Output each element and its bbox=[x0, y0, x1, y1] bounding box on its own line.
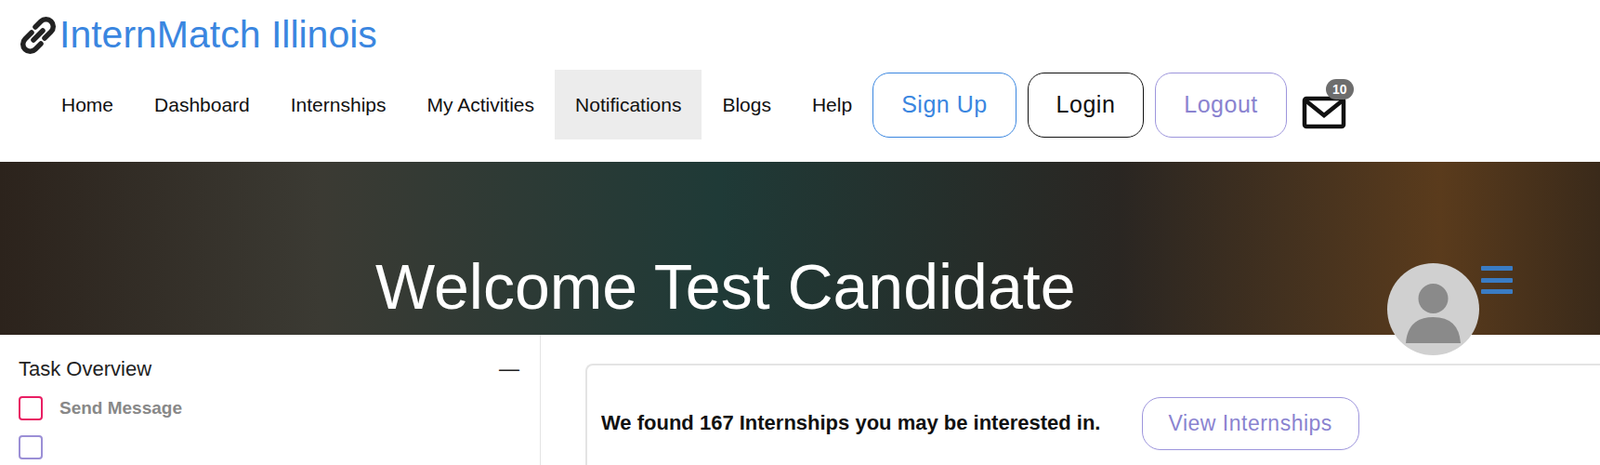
task-item[interactable] bbox=[18, 434, 520, 460]
collapse-button[interactable]: — bbox=[498, 356, 520, 381]
person-icon bbox=[1387, 262, 1480, 355]
task-overview-title: Task Overview bbox=[18, 356, 152, 381]
mail-button[interactable]: 10 bbox=[1299, 77, 1362, 133]
nav-item[interactable]: Notifications bbox=[554, 69, 702, 140]
auth-buttons: Sign UpLoginLogout bbox=[872, 72, 1287, 138]
nav-label[interactable]: My Activities bbox=[427, 93, 536, 117]
menu-icon[interactable] bbox=[1481, 265, 1513, 294]
mail-badge: 10 bbox=[1325, 78, 1354, 101]
welcome-banner: Welcome Test Candidate bbox=[0, 161, 1600, 335]
nav-label[interactable]: Help bbox=[812, 93, 853, 117]
nav-label[interactable]: Notifications bbox=[575, 93, 682, 117]
task-item[interactable]: Send Message bbox=[18, 395, 520, 420]
nav-label[interactable]: Dashboard bbox=[154, 93, 250, 117]
top-nav: Home Dashboard Internships My Activities Not… bbox=[0, 69, 1600, 140]
auth-button[interactable]: Login bbox=[1027, 72, 1145, 138]
nav-label[interactable]: Internships bbox=[290, 93, 387, 117]
task-checkbox[interactable] bbox=[18, 395, 43, 420]
nav-item[interactable]: Internships bbox=[270, 69, 407, 140]
nav-item[interactable]: Home bbox=[40, 69, 134, 140]
content: Task Overview — Send Message We found 167 I… bbox=[0, 334, 1600, 465]
link-icon bbox=[18, 15, 58, 55]
welcome-title: Welcome Test Candidate bbox=[0, 249, 1076, 335]
recommendation-card: We found 167 Internships you may be inte… bbox=[585, 363, 1600, 465]
task-label[interactable]: Send Message bbox=[59, 397, 183, 419]
nav-item[interactable]: Dashboard bbox=[133, 69, 271, 140]
nav-item[interactable]: Help bbox=[791, 69, 873, 140]
view-internships-button[interactable]: View Internships bbox=[1141, 396, 1360, 450]
logo[interactable]: InternMatch Illinois bbox=[0, 0, 1600, 70]
avatar-icon[interactable] bbox=[1387, 262, 1480, 355]
task-checkbox[interactable] bbox=[18, 434, 43, 460]
nav-label[interactable]: Blogs bbox=[721, 93, 772, 117]
envelope-icon bbox=[1301, 95, 1347, 130]
recommendation-text: We found 167 Internships you may be inte… bbox=[601, 410, 1102, 435]
logo-text[interactable]: InternMatch Illinois bbox=[59, 13, 378, 56]
menu-bar bbox=[1481, 288, 1513, 294]
nav-label[interactable]: Home bbox=[61, 93, 114, 117]
nav-item[interactable]: Blogs bbox=[701, 69, 792, 140]
menu-bar bbox=[1481, 265, 1513, 271]
auth-button[interactable]: Sign Up bbox=[872, 72, 1016, 138]
menu-bar bbox=[1481, 277, 1513, 283]
nav-item[interactable]: My Activities bbox=[406, 69, 556, 140]
task-overview-panel: Task Overview — Send Message bbox=[0, 334, 541, 465]
auth-button[interactable]: Logout bbox=[1154, 72, 1286, 138]
task-overview-header: Task Overview — bbox=[18, 356, 520, 381]
